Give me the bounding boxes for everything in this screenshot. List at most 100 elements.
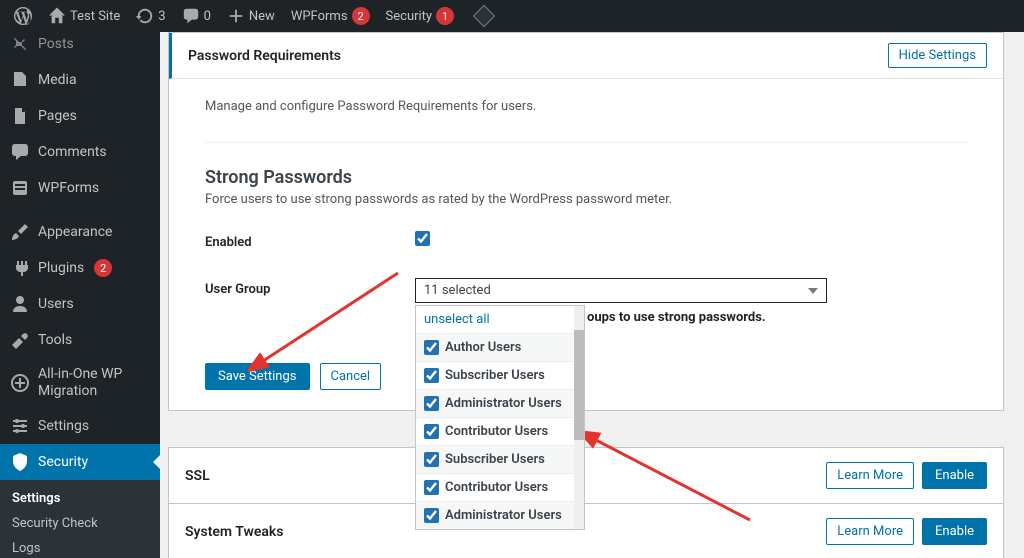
media-icon bbox=[10, 70, 30, 90]
sidebar-item-media[interactable]: Media bbox=[0, 62, 160, 98]
option-subscriber-2[interactable]: Subscriber Users bbox=[416, 445, 584, 473]
module-ssl: SSL Learn More Enable bbox=[168, 447, 1004, 504]
profile[interactable] bbox=[462, 0, 500, 32]
sidebar-item-pages[interactable]: Pages bbox=[0, 98, 160, 134]
wpforms-badge: 2 bbox=[352, 7, 370, 25]
chevron-down-icon bbox=[808, 288, 818, 294]
user-group-label: User Group bbox=[205, 278, 415, 297]
sidebar-item-settings[interactable]: Settings bbox=[0, 408, 160, 444]
user-group-help: oups to use strong passwords. bbox=[587, 310, 766, 325]
form-actions: Save Settings Cancel bbox=[205, 363, 967, 390]
sidebar-item-label: Users bbox=[38, 296, 74, 312]
updates-count: 3 bbox=[158, 9, 165, 24]
sidebar-item-comments[interactable]: Comments bbox=[0, 134, 160, 170]
security-submenu: Settings Security Check Logs Go Pro bbox=[0, 480, 160, 558]
sidebar-item-wpforms[interactable]: WPForms bbox=[0, 170, 160, 206]
sidebar-item-label: Posts bbox=[38, 36, 74, 52]
sidebar-item-label: All-in-One WP Migration bbox=[38, 366, 150, 400]
security-bar-label: Security bbox=[386, 9, 433, 24]
unselect-all[interactable]: unselect all bbox=[416, 306, 584, 333]
panel-header: Password Requirements Hide Settings bbox=[169, 33, 1003, 79]
security-bar-badge: 1 bbox=[436, 7, 454, 25]
admin-sidebar: Posts Media Pages Comments WPForms Appea… bbox=[0, 32, 160, 558]
user-group-select[interactable]: 11 selected bbox=[415, 278, 827, 303]
submenu-settings[interactable]: Settings bbox=[0, 486, 160, 511]
user-group-dropdown: unselect all Author Users Subscriber Use… bbox=[415, 305, 585, 530]
sidebar-item-posts[interactable]: Posts bbox=[0, 32, 160, 62]
sidebar-item-label: WPForms bbox=[38, 180, 99, 196]
panel-password-requirements: Password Requirements Hide Settings Mana… bbox=[168, 32, 1004, 411]
wpforms[interactable]: WPForms 2 bbox=[283, 0, 378, 32]
comments[interactable]: 0 bbox=[174, 0, 219, 32]
form-icon bbox=[10, 178, 30, 198]
option-administrator[interactable]: Administrator Users bbox=[416, 389, 584, 417]
sidebar-item-label: Settings bbox=[38, 418, 89, 434]
sidebar-item-label: Media bbox=[38, 72, 77, 88]
select-summary: 11 selected bbox=[424, 283, 491, 298]
plus-icon bbox=[227, 7, 245, 25]
module-title: SSL bbox=[185, 468, 210, 484]
plugins-badge: 2 bbox=[94, 259, 112, 277]
hide-settings-button[interactable]: Hide Settings bbox=[888, 43, 987, 68]
updates[interactable]: 3 bbox=[128, 0, 173, 32]
learn-more-button[interactable]: Learn More bbox=[826, 518, 914, 545]
brush-icon bbox=[10, 222, 30, 242]
migration-icon bbox=[10, 373, 30, 393]
enable-button[interactable]: Enable bbox=[922, 518, 987, 545]
sliders-icon bbox=[10, 416, 30, 436]
plug-icon bbox=[10, 258, 30, 278]
option-subscriber[interactable]: Subscriber Users bbox=[416, 361, 584, 389]
wp-logo[interactable] bbox=[6, 0, 40, 32]
sidebar-item-label: Appearance bbox=[38, 224, 112, 240]
section-title: Strong Passwords bbox=[205, 167, 967, 188]
row-user-group: User Group 11 selected oups to use stron… bbox=[205, 278, 967, 303]
option-administrator-2[interactable]: Administrator Users bbox=[416, 501, 584, 529]
panel-description: Manage and configure Password Requiremen… bbox=[205, 99, 967, 114]
site-name-label: Test Site bbox=[70, 9, 120, 24]
pin-icon bbox=[10, 34, 30, 54]
save-button[interactable]: Save Settings bbox=[205, 363, 310, 390]
home-icon bbox=[48, 7, 66, 25]
option-contributor[interactable]: Contributor Users bbox=[416, 417, 584, 445]
site-name[interactable]: Test Site bbox=[40, 0, 128, 32]
enable-button[interactable]: Enable bbox=[922, 462, 987, 489]
diamond-icon bbox=[473, 5, 496, 28]
new-label: New bbox=[249, 9, 275, 24]
module-title: System Tweaks bbox=[185, 524, 283, 540]
comments-count: 0 bbox=[204, 9, 211, 24]
sidebar-item-tools[interactable]: Tools bbox=[0, 322, 160, 358]
main-content: Password Requirements Hide Settings Mana… bbox=[160, 32, 1024, 558]
sidebar-item-label: Plugins bbox=[38, 260, 84, 276]
panel-body: Manage and configure Password Requiremen… bbox=[169, 79, 1003, 410]
wrench-icon bbox=[10, 330, 30, 350]
dropdown-scroll-thumb[interactable] bbox=[574, 330, 584, 440]
security-bar[interactable]: Security 1 bbox=[378, 0, 463, 32]
sidebar-item-security[interactable]: Security bbox=[0, 444, 160, 480]
cancel-button[interactable]: Cancel bbox=[320, 363, 382, 390]
submenu-logs[interactable]: Logs bbox=[0, 536, 160, 558]
section-subtitle: Force users to use strong passwords as r… bbox=[205, 192, 967, 207]
refresh-icon bbox=[136, 7, 154, 25]
new-content[interactable]: New bbox=[219, 0, 283, 32]
row-enabled: Enabled bbox=[205, 231, 967, 250]
sidebar-item-aiowp[interactable]: All-in-One WP Migration bbox=[0, 358, 160, 408]
module-system-tweaks: System Tweaks Learn More Enable bbox=[168, 504, 1004, 558]
option-contributor-2[interactable]: Contributor Users bbox=[416, 473, 584, 501]
sidebar-item-label: Tools bbox=[38, 332, 72, 348]
enabled-label: Enabled bbox=[205, 231, 415, 250]
learn-more-button[interactable]: Learn More bbox=[826, 462, 914, 489]
sidebar-item-label: Comments bbox=[38, 144, 107, 160]
sidebar-item-plugins[interactable]: Plugins 2 bbox=[0, 250, 160, 286]
sidebar-item-label: Security bbox=[38, 454, 88, 470]
submenu-security-check[interactable]: Security Check bbox=[0, 511, 160, 536]
panel-title: Password Requirements bbox=[188, 48, 341, 64]
sidebar-item-appearance[interactable]: Appearance bbox=[0, 214, 160, 250]
admin-bar: Test Site 3 0 New WPForms 2 Security 1 bbox=[0, 0, 1024, 32]
option-author[interactable]: Author Users bbox=[416, 333, 584, 361]
enabled-checkbox[interactable] bbox=[415, 231, 430, 246]
shield-icon bbox=[10, 452, 30, 472]
user-icon bbox=[10, 294, 30, 314]
comment-icon bbox=[10, 142, 30, 162]
sidebar-item-label: Pages bbox=[38, 108, 77, 124]
sidebar-item-users[interactable]: Users bbox=[0, 286, 160, 322]
